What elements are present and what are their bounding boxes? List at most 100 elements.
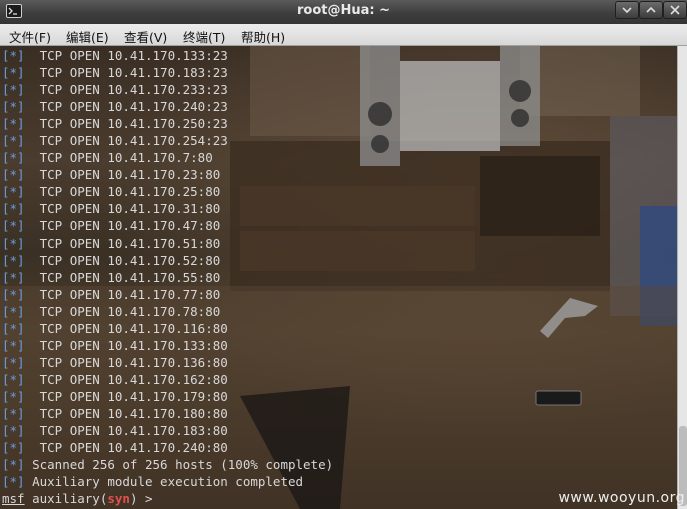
terminal-line: [*] TCP OPEN 10.41.170.55:80 xyxy=(2,269,333,286)
status-marker: [*] xyxy=(2,423,25,439)
prompt-suffix: ) > xyxy=(129,491,161,507)
title-bar[interactable]: root@Hua: ~ xyxy=(0,0,687,24)
minimize-icon xyxy=(622,7,632,14)
line-text: TCP OPEN 10.41.170.133:80 xyxy=(24,337,228,353)
menu-terminal[interactable]: 终端(T) xyxy=(183,27,225,46)
status-marker: [*] xyxy=(2,269,25,285)
line-text: TCP OPEN 10.41.170.52:80 xyxy=(24,252,221,268)
menu-bar: 文件(F) 编辑(E) 查看(V) 终端(T) 帮助(H) xyxy=(0,24,687,46)
terminal-line: [*] TCP OPEN 10.41.170.133:80 xyxy=(2,337,333,354)
close-icon xyxy=(670,5,680,15)
line-text: TCP OPEN 10.41.170.133:23 xyxy=(24,48,228,63)
line-text: TCP OPEN 10.41.170.23:80 xyxy=(24,167,221,183)
terminal-line: [*] TCP OPEN 10.41.170.77:80 xyxy=(2,286,333,303)
line-text: TCP OPEN 10.41.170.240:80 xyxy=(24,440,228,456)
status-marker: [*] xyxy=(2,440,25,456)
terminal-line: [*] TCP OPEN 10.41.170.250:23 xyxy=(2,115,333,132)
terminal-line: [*] TCP OPEN 10.41.170.183:80 xyxy=(2,422,333,439)
prompt-module-name: syn xyxy=(107,491,130,507)
terminal-line: [*] Auxiliary module execution completed xyxy=(2,473,333,490)
terminal-line: [*] TCP OPEN 10.41.170.25:80 xyxy=(2,183,333,200)
line-text: TCP OPEN 10.41.170.7:80 xyxy=(24,150,213,166)
status-marker: [*] xyxy=(2,457,25,473)
terminal-line: [*] TCP OPEN 10.41.170.254:23 xyxy=(2,132,333,149)
terminal-line: [*] TCP OPEN 10.41.170.179:80 xyxy=(2,388,333,405)
line-text: TCP OPEN 10.41.170.162:80 xyxy=(24,371,228,387)
maximize-button[interactable] xyxy=(639,1,663,19)
vertical-scrollbar[interactable] xyxy=(677,46,687,509)
terminal-line: [*] TCP OPEN 10.41.170.183:23 xyxy=(2,64,333,81)
line-text: TCP OPEN 10.41.170.25:80 xyxy=(24,184,221,200)
maximize-icon xyxy=(646,6,656,13)
line-text: TCP OPEN 10.41.170.77:80 xyxy=(24,286,221,302)
terminal-line: [*] TCP OPEN 10.41.170.47:80 xyxy=(2,217,333,234)
line-text: TCP OPEN 10.41.170.180:80 xyxy=(24,405,228,421)
line-text: TCP OPEN 10.41.170.31:80 xyxy=(24,201,221,217)
line-text: TCP OPEN 10.41.170.51:80 xyxy=(24,235,221,251)
terminal-window: root@Hua: ~ 文件(F) 编辑(E) 查看(V) 终端(T) 帮助(H… xyxy=(0,0,687,509)
line-text: TCP OPEN 10.41.170.78:80 xyxy=(24,303,221,319)
terminal-line: [*] TCP OPEN 10.41.170.136:80 xyxy=(2,354,333,371)
terminal-line: [*] TCP OPEN 10.41.170.180:80 xyxy=(2,405,333,422)
line-text: TCP OPEN 10.41.170.183:23 xyxy=(24,65,228,81)
status-marker: [*] xyxy=(2,337,25,353)
terminal-line: [*] TCP OPEN 10.41.170.240:80 xyxy=(2,439,333,456)
line-text: TCP OPEN 10.41.170.47:80 xyxy=(24,218,221,234)
terminal-line: [*] TCP OPEN 10.41.170.162:80 xyxy=(2,371,333,388)
status-marker: [*] xyxy=(2,99,25,115)
terminal-line: [*] TCP OPEN 10.41.170.233:23 xyxy=(2,81,333,98)
terminal-line: [*] TCP OPEN 10.41.170.23:80 xyxy=(2,166,333,183)
status-marker: [*] xyxy=(2,354,25,370)
status-marker: [*] xyxy=(2,405,25,421)
status-marker: [*] xyxy=(2,252,25,268)
line-text: Auxiliary module execution completed xyxy=(24,474,304,490)
terminal-lines: [*] TCP OPEN 10.41.170.133:23 [*] TCP OPE… xyxy=(2,47,333,507)
line-text: TCP OPEN 10.41.170.233:23 xyxy=(24,82,228,98)
line-text: TCP OPEN 10.41.170.254:23 xyxy=(24,133,228,149)
status-marker: [*] xyxy=(2,388,25,404)
terminal-line: [*] TCP OPEN 10.41.170.51:80 xyxy=(2,235,333,252)
menu-file[interactable]: 文件(F) xyxy=(9,27,51,46)
close-button[interactable] xyxy=(663,1,687,19)
line-text: TCP OPEN 10.41.170.183:80 xyxy=(24,423,228,439)
line-text: TCP OPEN 10.41.170.179:80 xyxy=(24,388,228,404)
status-marker: [*] xyxy=(2,235,25,251)
status-marker: [*] xyxy=(2,116,25,132)
status-marker: [*] xyxy=(2,150,25,166)
prompt-line[interactable]: msf auxiliary(syn) > xyxy=(2,490,333,507)
status-marker: [*] xyxy=(2,133,25,149)
status-marker: [*] xyxy=(2,474,25,490)
terminal-line: [*] TCP OPEN 10.41.170.31:80 xyxy=(2,200,333,217)
terminal-line: [*] TCP OPEN 10.41.170.78:80 xyxy=(2,303,333,320)
status-marker: [*] xyxy=(2,371,25,387)
watermark: www.wooyun.org xyxy=(558,490,685,506)
prompt-module-prefix: auxiliary( xyxy=(24,491,108,507)
status-marker: [*] xyxy=(2,82,25,98)
line-text: TCP OPEN 10.41.170.136:80 xyxy=(24,354,228,370)
status-marker: [*] xyxy=(2,48,25,63)
prompt-msf: msf xyxy=(2,491,25,507)
line-text: TCP OPEN 10.41.170.116:80 xyxy=(24,320,228,336)
terminal-line: [*] Scanned 256 of 256 hosts (100% compl… xyxy=(2,456,333,473)
line-text: TCP OPEN 10.41.170.240:23 xyxy=(24,99,228,115)
line-text: Scanned 256 of 256 hosts (100% complete) xyxy=(24,457,334,473)
status-marker: [*] xyxy=(2,201,25,217)
line-text: TCP OPEN 10.41.170.250:23 xyxy=(24,116,228,132)
terminal-line: [*] TCP OPEN 10.41.170.133:23 xyxy=(2,47,333,64)
status-marker: [*] xyxy=(2,184,25,200)
line-text: TCP OPEN 10.41.170.55:80 xyxy=(24,269,221,285)
status-marker: [*] xyxy=(2,218,25,234)
terminal-line: [*] TCP OPEN 10.41.170.7:80 xyxy=(2,149,333,166)
terminal-line: [*] TCP OPEN 10.41.170.116:80 xyxy=(2,320,333,337)
window-title: root@Hua: ~ xyxy=(296,3,390,18)
minimize-button[interactable] xyxy=(615,1,639,19)
terminal-line: [*] TCP OPEN 10.41.170.52:80 xyxy=(2,252,333,269)
terminal-line: [*] TCP OPEN 10.41.170.240:23 xyxy=(2,98,333,115)
status-marker: [*] xyxy=(2,320,25,336)
menu-edit[interactable]: 编辑(E) xyxy=(66,27,109,46)
menu-help[interactable]: 帮助(H) xyxy=(241,27,285,46)
menu-view[interactable]: 查看(V) xyxy=(124,27,167,46)
terminal-output[interactable]: [*] TCP OPEN 10.41.170.133:23 [*] TCP OPE… xyxy=(0,46,677,509)
status-marker: [*] xyxy=(2,303,25,319)
status-marker: [*] xyxy=(2,65,25,81)
